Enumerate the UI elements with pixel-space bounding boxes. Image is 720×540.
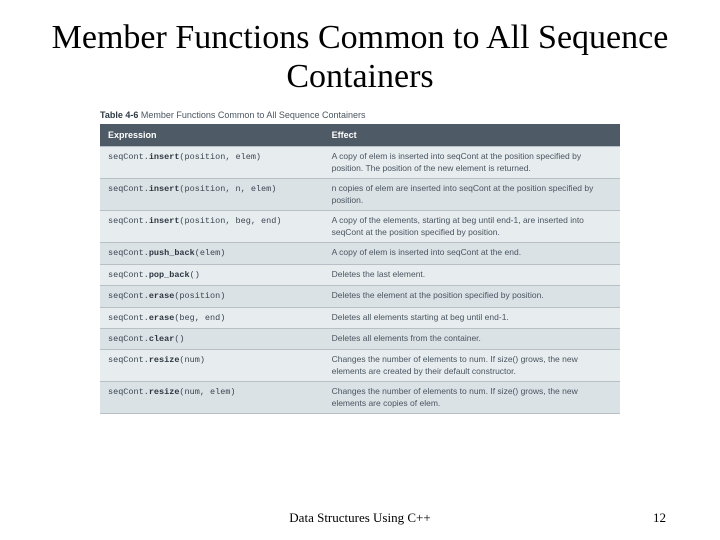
expression-cell: seqCont.insert(position, elem) [100, 147, 324, 179]
expr-args: () [174, 334, 184, 344]
page-number: 12 [653, 510, 666, 526]
table-row: seqCont.resize(num, elem)Changes the num… [100, 382, 620, 414]
expr-function-name: erase [149, 291, 175, 301]
expr-function-name: pop_back [149, 270, 190, 280]
expr-prefix: seqCont. [108, 270, 149, 280]
expression-cell: seqCont.pop_back() [100, 264, 324, 285]
table-row: seqCont.pop_back()Deletes the last eleme… [100, 264, 620, 285]
expression-cell: seqCont.resize(num, elem) [100, 382, 324, 414]
effect-cell: Changes the number of elements to num. I… [324, 350, 620, 382]
expression-cell: seqCont.erase(position) [100, 286, 324, 307]
expression-cell: seqCont.resize(num) [100, 350, 324, 382]
table-header-row: Expression Effect [100, 124, 620, 147]
table-row: seqCont.erase(position)Deletes the eleme… [100, 286, 620, 307]
expr-function-name: insert [149, 184, 180, 194]
expr-args: (position, beg, end) [179, 216, 281, 226]
expr-args: (elem) [195, 248, 226, 258]
effect-cell: Deletes all elements from the container. [324, 329, 620, 350]
functions-table: Expression Effect seqCont.insert(positio… [100, 124, 620, 414]
expr-args: (num) [179, 355, 205, 365]
effect-cell: Deletes all elements starting at beg unt… [324, 307, 620, 328]
expr-prefix: seqCont. [108, 184, 149, 194]
effect-cell: A copy of the elements, starting at beg … [324, 211, 620, 243]
expr-prefix: seqCont. [108, 313, 149, 323]
effect-cell: Deletes the last element. [324, 264, 620, 285]
effect-cell: Changes the number of elements to num. I… [324, 382, 620, 414]
table-row: seqCont.insert(position, n, elem)n copie… [100, 179, 620, 211]
expression-cell: seqCont.insert(position, n, elem) [100, 179, 324, 211]
expr-prefix: seqCont. [108, 216, 149, 226]
expr-prefix: seqCont. [108, 291, 149, 301]
effect-cell: A copy of elem is inserted into seqCont … [324, 147, 620, 179]
expr-function-name: erase [149, 313, 175, 323]
expr-function-name: resize [149, 355, 180, 365]
expr-args: (beg, end) [174, 313, 225, 323]
expression-cell: seqCont.clear() [100, 329, 324, 350]
expr-args: (position) [174, 291, 225, 301]
table-row: seqCont.resize(num)Changes the number of… [100, 350, 620, 382]
expr-prefix: seqCont. [108, 152, 149, 162]
expression-cell: seqCont.push_back(elem) [100, 243, 324, 264]
expr-function-name: insert [149, 152, 180, 162]
expr-function-name: push_back [149, 248, 195, 258]
col-header-effect: Effect [324, 124, 620, 147]
table-row: seqCont.insert(position, beg, end)A copy… [100, 211, 620, 243]
expr-function-name: insert [149, 216, 180, 226]
table-row: seqCont.insert(position, elem)A copy of … [100, 147, 620, 179]
table-caption-text: Member Functions Common to All Sequence … [138, 110, 365, 120]
expr-args: () [190, 270, 200, 280]
expression-cell: seqCont.erase(beg, end) [100, 307, 324, 328]
expr-args: (position, elem) [179, 152, 261, 162]
expr-function-name: resize [149, 387, 180, 397]
expression-cell: seqCont.insert(position, beg, end) [100, 211, 324, 243]
expr-args: (num, elem) [179, 387, 235, 397]
table-row: seqCont.push_back(elem)A copy of elem is… [100, 243, 620, 264]
col-header-expression: Expression [100, 124, 324, 147]
footer-text: Data Structures Using C++ [0, 510, 720, 526]
expr-prefix: seqCont. [108, 334, 149, 344]
expr-prefix: seqCont. [108, 387, 149, 397]
effect-cell: n copies of elem are inserted into seqCo… [324, 179, 620, 211]
slide-title: Member Functions Common to All Sequence … [0, 0, 720, 106]
expr-function-name: clear [149, 334, 175, 344]
table-caption: Table 4-6 Member Functions Common to All… [100, 110, 620, 120]
expr-prefix: seqCont. [108, 355, 149, 365]
table-container: Table 4-6 Member Functions Common to All… [100, 110, 620, 414]
effect-cell: Deletes the element at the position spec… [324, 286, 620, 307]
expr-args: (position, n, elem) [179, 184, 276, 194]
table-caption-number: Table 4-6 [100, 110, 138, 120]
table-row: seqCont.clear()Deletes all elements from… [100, 329, 620, 350]
table-row: seqCont.erase(beg, end)Deletes all eleme… [100, 307, 620, 328]
effect-cell: A copy of elem is inserted into seqCont … [324, 243, 620, 264]
expr-prefix: seqCont. [108, 248, 149, 258]
